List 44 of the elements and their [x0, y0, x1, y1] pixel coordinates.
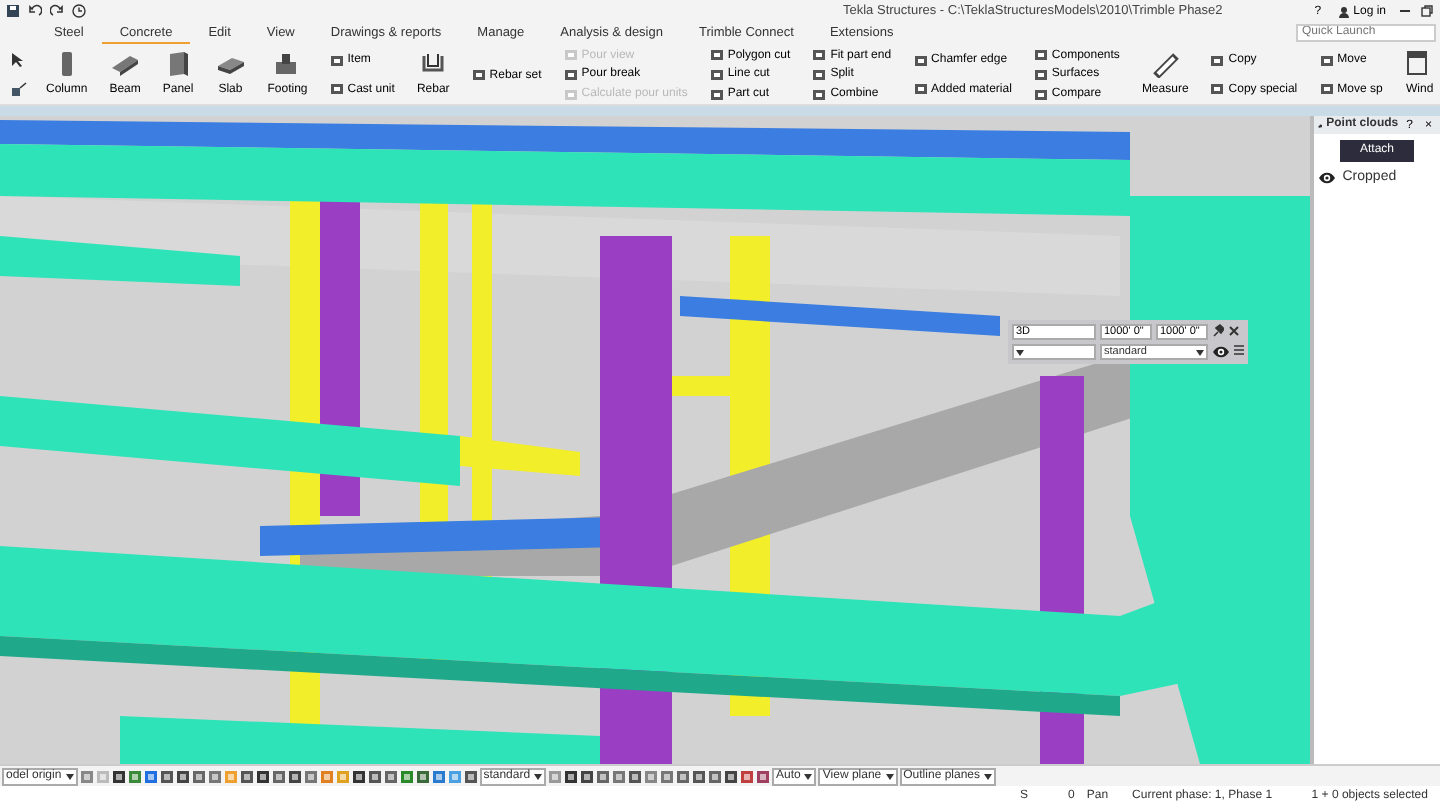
minimize-icon[interactable] [1398, 4, 1412, 18]
tool-icon [812, 87, 827, 102]
tool-icon [1033, 48, 1048, 63]
person-icon [1337, 5, 1350, 17]
redo-icon[interactable] [50, 4, 64, 18]
grid-icon[interactable] [1233, 344, 1244, 356]
tool-icon [709, 87, 724, 102]
select-tool-icon[interactable] [10, 81, 28, 98]
tool-icon [329, 82, 344, 97]
tool-icon [329, 53, 344, 68]
tool-icon [1033, 87, 1048, 102]
caret-icon [885, 773, 894, 779]
tool-icon [812, 67, 827, 82]
tool-icon [563, 87, 578, 102]
tool-icon [1210, 82, 1225, 97]
eye-icon[interactable] [1317, 170, 1336, 187]
history-icon[interactable] [72, 4, 86, 18]
tool-icon [913, 82, 928, 97]
rebar-icon [418, 50, 449, 78]
caret-icon [804, 773, 813, 779]
caret-icon [984, 773, 992, 779]
undo-icon[interactable] [28, 4, 42, 18]
tool-icon [913, 53, 928, 68]
tool-icon [1319, 82, 1334, 97]
tool-icon [1319, 53, 1334, 68]
pointer-icon[interactable] [10, 52, 28, 69]
pin-icon[interactable] [1212, 324, 1224, 338]
tool-icon [709, 48, 724, 63]
tool-icon [1210, 53, 1225, 68]
save-icon[interactable] [6, 4, 20, 18]
tool-icon [563, 67, 578, 82]
tool-icon [563, 48, 578, 63]
caret-icon [1196, 349, 1204, 355]
ruler-icon [1150, 50, 1181, 78]
restore-icon[interactable] [1420, 4, 1434, 18]
caret-icon [65, 773, 74, 779]
tool-icon [471, 68, 486, 82]
caret-icon [534, 773, 543, 779]
beam-icon [110, 50, 141, 78]
tool-icon [709, 67, 724, 82]
tool-icon [812, 48, 827, 63]
eye-icon[interactable] [1212, 344, 1230, 360]
tool-icon [1033, 67, 1048, 82]
close-icon[interactable] [1227, 324, 1240, 338]
